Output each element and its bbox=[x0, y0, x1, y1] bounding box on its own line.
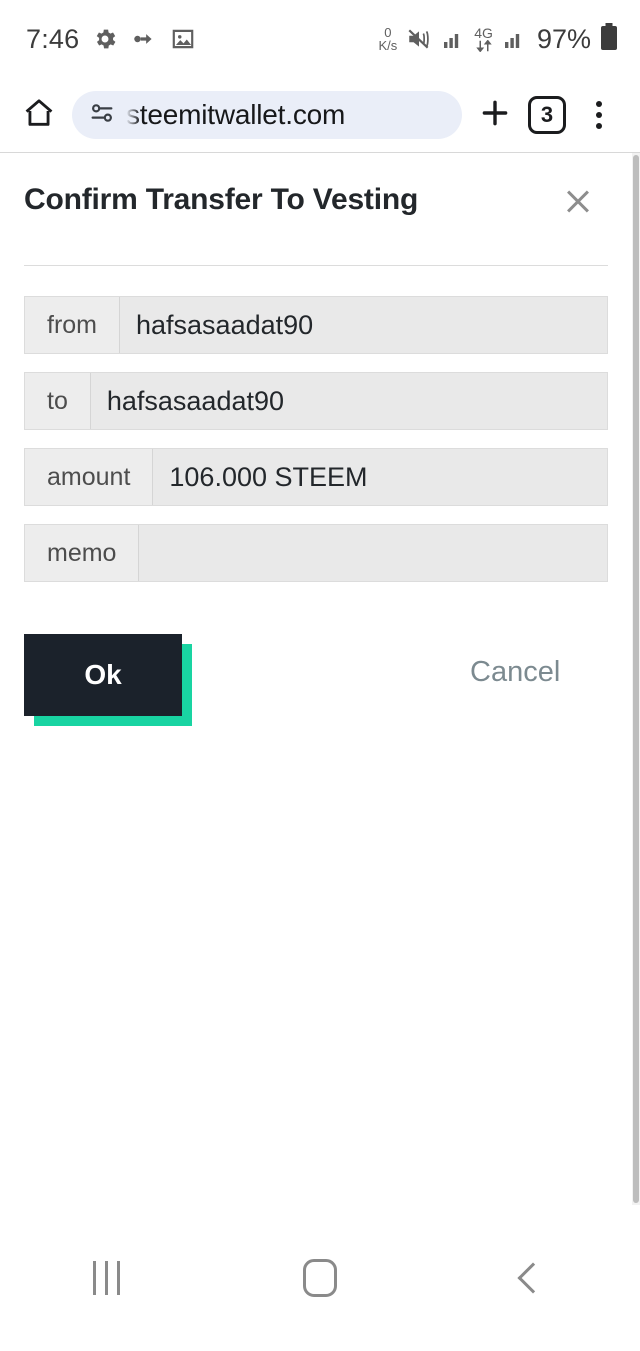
ok-button-wrapper: Ok bbox=[24, 634, 192, 726]
url-text: steemitwallet.com bbox=[126, 99, 346, 130]
battery-icon bbox=[600, 22, 618, 56]
tab-count-badge: 3 bbox=[528, 96, 566, 134]
status-clock: 7:46 bbox=[26, 23, 80, 54]
network-speed-unit: K/s bbox=[378, 38, 398, 53]
dialog-divider bbox=[24, 265, 608, 266]
android-nav-bar bbox=[0, 1205, 640, 1351]
gear-icon bbox=[92, 26, 118, 52]
close-icon[interactable] bbox=[556, 179, 600, 223]
status-bar-left: 7:46 bbox=[26, 24, 196, 55]
row-value-memo bbox=[139, 525, 607, 581]
home-icon-nav bbox=[302, 1259, 337, 1297]
status-bar-right: 0 K/s 4G 97% bbox=[378, 22, 618, 56]
confirm-transfer-dialog: Confirm Transfer To Vesting from hafsasa… bbox=[0, 153, 632, 734]
data-saver-icon bbox=[131, 26, 157, 52]
table-row: memo bbox=[24, 524, 608, 582]
table-row: to hafsasaadat90 bbox=[24, 372, 608, 430]
mute-vibrate-icon bbox=[406, 26, 432, 52]
row-value-from: hafsasaadat90 bbox=[120, 297, 607, 353]
plus-icon bbox=[478, 96, 512, 135]
row-value-to: hafsasaadat90 bbox=[90, 373, 607, 429]
back-button[interactable] bbox=[488, 1238, 578, 1318]
browser-toolbar: steemitwallet.com 3 bbox=[0, 78, 640, 152]
page-content: Confirm Transfer To Vesting from hafsasa… bbox=[0, 153, 640, 1205]
network-speed-indicator: 0 K/s bbox=[378, 26, 397, 52]
page-info-icon[interactable] bbox=[88, 99, 116, 132]
recents-icon bbox=[93, 1261, 121, 1295]
home-button[interactable] bbox=[16, 92, 62, 138]
page-scrollbar-thumb[interactable] bbox=[633, 155, 639, 1203]
url-bar[interactable]: steemitwallet.com bbox=[72, 91, 462, 139]
dialog-actions: Ok Cancel bbox=[24, 634, 608, 734]
row-label-to: to bbox=[25, 373, 91, 429]
transfer-details-list: from hafsasaadat90 to hafsasaadat90 amou… bbox=[24, 296, 608, 582]
battery-percent-label: 97% bbox=[536, 23, 591, 54]
new-tab-button[interactable] bbox=[472, 92, 518, 138]
home-icon bbox=[22, 96, 56, 135]
image-icon bbox=[170, 26, 196, 52]
table-row: from hafsasaadat90 bbox=[24, 296, 608, 354]
signal-icon bbox=[441, 27, 465, 51]
back-icon bbox=[517, 1262, 549, 1294]
tab-switcher-button[interactable]: 3 bbox=[524, 92, 570, 138]
cancel-button[interactable]: Cancel bbox=[470, 656, 560, 689]
browser-menu-button[interactable] bbox=[576, 92, 622, 138]
row-label-amount: amount bbox=[25, 449, 154, 505]
dialog-header: Confirm Transfer To Vesting bbox=[24, 153, 608, 223]
dialog-title: Confirm Transfer To Vesting bbox=[24, 183, 419, 216]
row-label-from: from bbox=[25, 297, 120, 353]
recents-button[interactable] bbox=[62, 1238, 152, 1318]
home-button-nav[interactable] bbox=[275, 1238, 365, 1318]
more-vertical-icon bbox=[596, 101, 602, 129]
row-label-memo: memo bbox=[25, 525, 140, 581]
status-bar: 7:46 0 K/s 4G 97% bbox=[0, 0, 640, 78]
network-type-label: 4G bbox=[474, 25, 493, 41]
row-value-amount: 106.000 STEEM bbox=[153, 449, 607, 505]
phone-screen: 7:46 0 K/s 4G 97% steemitwallet.com 3 Co… bbox=[0, 0, 640, 1351]
signal-icon-2 bbox=[502, 27, 526, 51]
ok-button[interactable]: Ok bbox=[24, 634, 182, 716]
4g-data-icon: 4G bbox=[474, 26, 493, 52]
table-row: amount 106.000 STEEM bbox=[24, 448, 608, 506]
